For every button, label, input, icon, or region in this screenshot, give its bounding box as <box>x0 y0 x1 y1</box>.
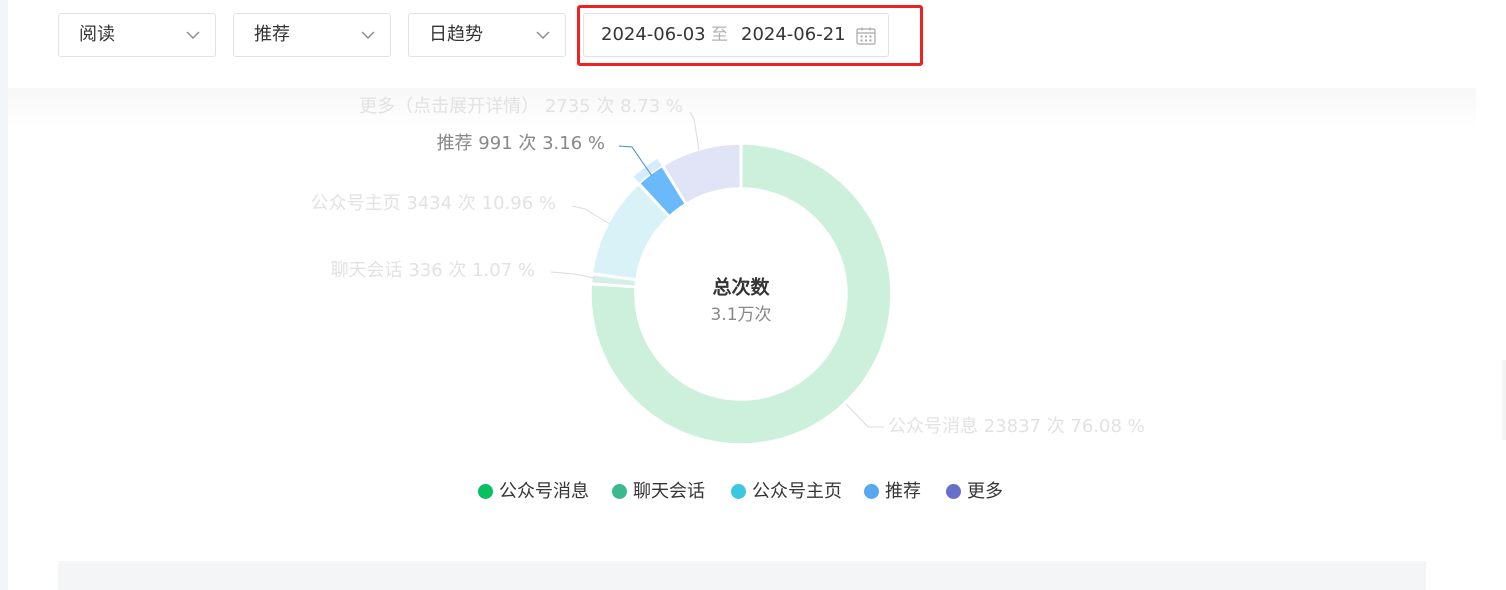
slice-leader-line <box>689 111 700 151</box>
center-value: 3.1万次 <box>710 305 771 325</box>
legend-item[interactable]: 聊天会话 <box>612 480 705 504</box>
legend-marker <box>946 484 961 499</box>
center-title: 总次数 <box>712 276 770 299</box>
slice-label: 公众号主页 3434 次 10.96 % <box>311 193 556 214</box>
legend-label: 更多 <box>967 481 1003 502</box>
legend-marker <box>731 484 746 499</box>
legend-label: 公众号消息 <box>499 481 589 502</box>
legend-label: 推荐 <box>885 481 921 502</box>
slice-label: 更多（点击展开详情） 2735 次 8.73 % <box>359 96 683 117</box>
legend-marker <box>478 484 493 499</box>
legend-item[interactable]: 更多 <box>946 480 1003 504</box>
slice-label: 公众号消息 23837 次 76.08 % <box>888 416 1145 437</box>
legend-label: 聊天会话 <box>633 481 705 502</box>
legend-item[interactable]: 公众号消息 <box>478 480 589 504</box>
legend-item[interactable]: 公众号主页 <box>731 480 842 504</box>
slice-leader-line <box>550 271 596 279</box>
legend-item[interactable]: 推荐 <box>864 480 921 504</box>
legend-marker <box>864 484 879 499</box>
legend-marker <box>612 484 627 499</box>
slice-label: 推荐 991 次 3.16 % <box>437 133 605 154</box>
slice-label: 聊天会话 336 次 1.07 % <box>331 260 535 281</box>
detail-card <box>58 561 1426 590</box>
legend-label: 公众号主页 <box>752 481 842 502</box>
slice-leader-line <box>571 205 611 225</box>
slice-leader-line <box>845 403 884 428</box>
